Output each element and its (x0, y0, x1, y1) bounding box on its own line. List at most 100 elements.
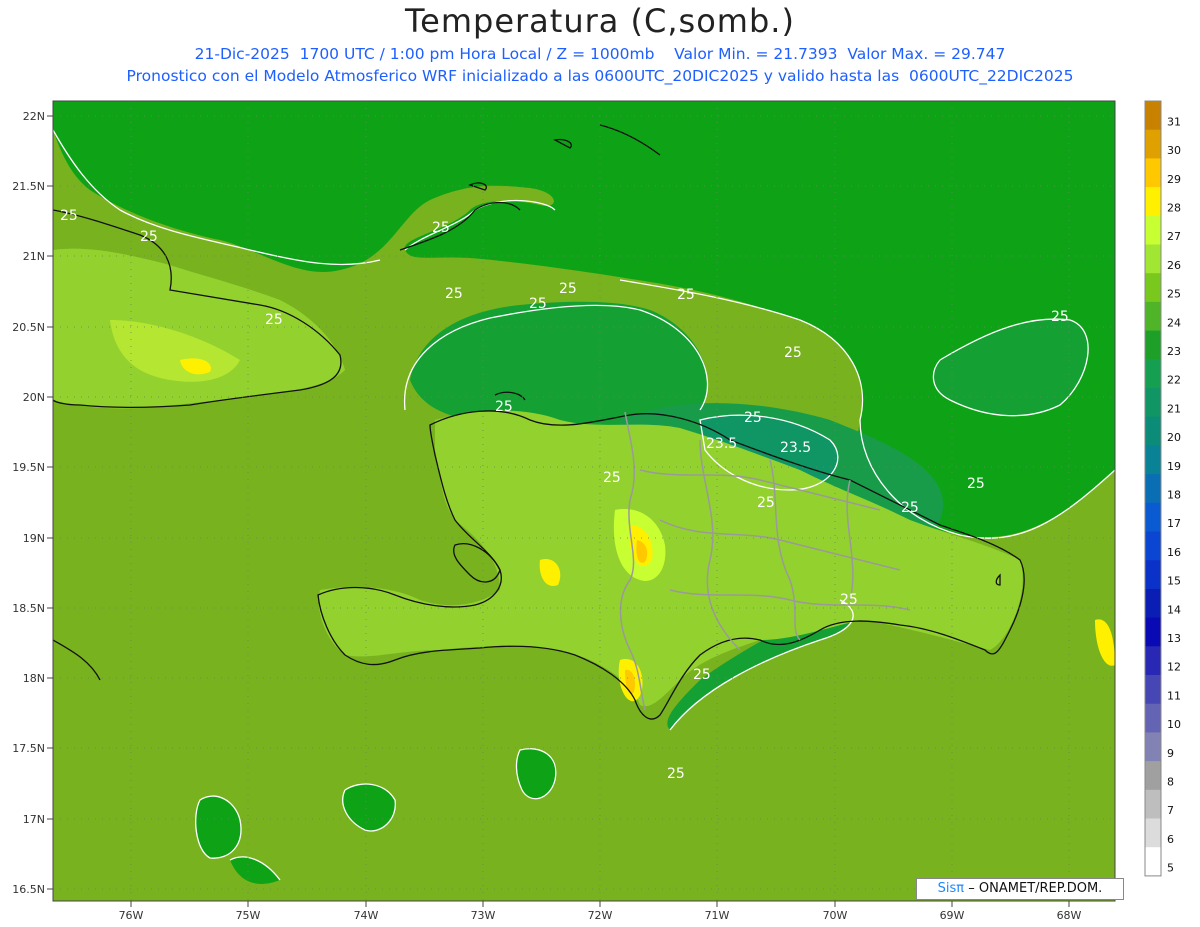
lon-label: 68W (1057, 909, 1082, 922)
colorbar-swatch (1145, 129, 1161, 159)
lat-label: 19N (23, 532, 45, 545)
lon-label: 70W (823, 909, 848, 922)
lat-label: 22N (23, 110, 45, 123)
lat-label: 16.5N (12, 883, 45, 896)
colorbar-swatch (1145, 158, 1161, 188)
lat-label: 21N (23, 250, 45, 263)
colorbar-swatch (1145, 703, 1161, 733)
lat-label: 21.5N (12, 180, 45, 193)
colorbar-label: 26 (1167, 259, 1181, 272)
colorbar-swatch (1145, 187, 1161, 217)
colorbar-swatch (1145, 531, 1161, 561)
colorbar-label: 14 (1167, 603, 1181, 616)
colorbar-swatch (1145, 560, 1161, 590)
contour-label: 25 (559, 281, 577, 297)
contour-label: 25 (677, 287, 695, 303)
lon-label: 76W (119, 909, 144, 922)
contour-label: 25 (744, 410, 762, 426)
colorbar-swatch (1145, 330, 1161, 360)
lon-label: 75W (236, 909, 261, 922)
contour-label: 25 (495, 399, 513, 415)
colorbar-swatch (1145, 388, 1161, 418)
contour-label: 25 (603, 470, 621, 486)
contour-label: 25 (967, 476, 985, 492)
lat-label: 17.5N (12, 742, 45, 755)
colorbar-label: 6 (1167, 833, 1174, 846)
colorbar-swatch (1145, 847, 1161, 877)
latitude-axis: 22N 21.5N 21N 20.5N 20N 19.5N 19N 18.5N … (12, 110, 53, 896)
contour-label: 23.5 (780, 440, 811, 456)
lat-label: 20N (23, 391, 45, 404)
colorbar-swatch (1145, 818, 1161, 848)
contour-label: 25 (901, 500, 919, 516)
contour-label: 25 (140, 229, 158, 245)
colorbar-label: 12 (1167, 661, 1181, 674)
colorbar-label: 27 (1167, 230, 1181, 243)
colorbar-label: 28 (1167, 201, 1181, 214)
colorbar-swatch (1145, 445, 1161, 475)
colorbar-swatch (1145, 359, 1161, 389)
colorbar-swatch (1145, 732, 1161, 762)
lon-label: 72W (588, 909, 613, 922)
sispi-logo-text: Sisπ (937, 881, 965, 896)
colorbar-label: 8 (1167, 776, 1174, 789)
colorbar-label: 17 (1167, 517, 1181, 530)
colorbar-swatch (1145, 761, 1161, 791)
contour-label: 25 (784, 345, 802, 361)
credit-box: Sisπ – ONAMET/REP.DOM. (916, 878, 1124, 900)
colorbar-swatch (1145, 101, 1161, 131)
contour-label: 25 (1051, 309, 1069, 325)
lat-label: 17N (23, 813, 45, 826)
colorbar-label: 30 (1167, 144, 1181, 157)
contour-label: 25 (60, 208, 78, 224)
lon-label: 69W (940, 909, 965, 922)
colorbar-label: 9 (1167, 747, 1174, 760)
colorbar: 31 30 29 28 27 26 25 24 23 22 21 20 19 18 17 16 15 14 13 12… (1144, 100, 1181, 877)
contour-label: 25 (757, 495, 775, 511)
colorbar-label: 25 (1167, 288, 1181, 301)
lon-label: 74W (354, 909, 379, 922)
colorbar-swatch (1145, 273, 1161, 303)
colorbar-swatch (1145, 416, 1161, 446)
contour-label: 25 (667, 766, 685, 782)
colorbar-label: 11 (1167, 689, 1181, 702)
contour-label: 25 (693, 667, 711, 683)
contour-label: 25 (265, 312, 283, 328)
colorbar-label: 22 (1167, 374, 1181, 387)
colorbar-swatch (1145, 675, 1161, 705)
temperature-map: 25 25 25 25 25 25 25 25 25 23.5 23.5 25 … (12, 100, 1181, 922)
lat-label: 18N (23, 672, 45, 685)
colorbar-swatch (1145, 502, 1161, 532)
temperature-field: 25 25 25 25 25 25 25 25 25 23.5 23.5 25 … (53, 101, 1115, 901)
colorbar-label: 23 (1167, 345, 1181, 358)
lat-label: 19.5N (12, 461, 45, 474)
contour-label: 25 (445, 286, 463, 302)
colorbar-label: 15 (1167, 575, 1181, 588)
contour-label: 23.5 (706, 436, 737, 452)
colorbar-label: 16 (1167, 546, 1181, 559)
lon-label: 71W (705, 909, 730, 922)
colorbar-label: 31 (1167, 115, 1181, 128)
lat-label: 20.5N (12, 321, 45, 334)
colorbar-label: 10 (1167, 718, 1181, 731)
contour-label: 25 (432, 220, 450, 236)
lat-label: 18.5N (12, 602, 45, 615)
colorbar-label: 7 (1167, 804, 1174, 817)
colorbar-swatch (1145, 301, 1161, 332)
colorbar-label: 24 (1167, 316, 1181, 329)
contour-label: 25 (529, 296, 547, 312)
lon-label: 73W (471, 909, 496, 922)
colorbar-label: 20 (1167, 431, 1181, 444)
colorbar-label: 21 (1167, 402, 1181, 415)
credit-text: – ONAMET/REP.DOM. (968, 881, 1103, 896)
colorbar-swatch (1145, 588, 1161, 619)
colorbar-swatch (1145, 646, 1161, 676)
colorbar-label: 13 (1167, 632, 1181, 645)
colorbar-label: 19 (1167, 460, 1181, 473)
contour-label: 25 (840, 592, 858, 608)
colorbar-label: 29 (1167, 173, 1181, 186)
colorbar-label: 5 (1167, 862, 1174, 875)
colorbar-swatch (1145, 789, 1161, 819)
colorbar-swatch (1145, 617, 1161, 647)
colorbar-swatch (1145, 474, 1161, 504)
